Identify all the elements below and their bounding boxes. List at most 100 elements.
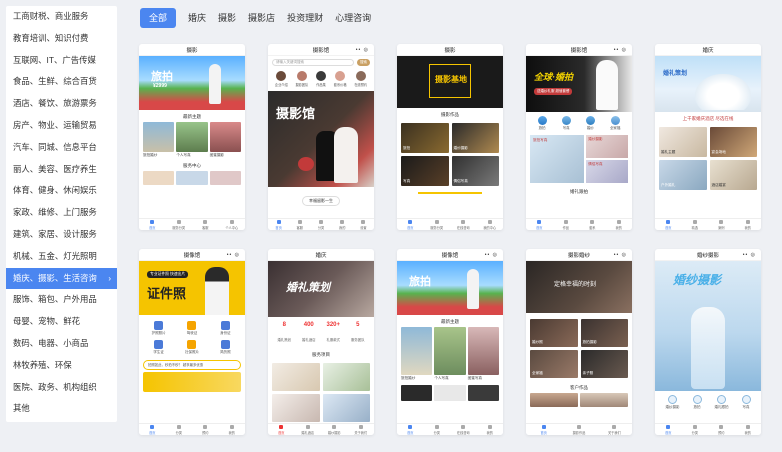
service-resume[interactable]: 简历照 xyxy=(210,340,241,355)
template-card-5[interactable]: 婚庆 婚礼策划 上千家婚庆酒店 尽选在线 婚礼主题 宴会场地 户外婚礼 酒店婚宴… xyxy=(655,44,761,230)
template-card-2[interactable]: 摄影馆 •• ◎ 请输入关键词搜索 搜索 企业介绍 摄影团队 作品集 套系价格 在… xyxy=(268,44,374,230)
feature-tile[interactable]: 情侣写真 xyxy=(586,160,628,183)
work-tile[interactable]: 婚纱摄影 xyxy=(451,123,499,153)
client-image[interactable] xyxy=(580,393,628,407)
sidebar-item[interactable]: 汽车、同城、信息平台 xyxy=(6,137,117,159)
service-image[interactable] xyxy=(176,171,208,185)
service-image[interactable] xyxy=(467,385,499,401)
category-portrait[interactable]: 写真 xyxy=(741,395,751,410)
tab-home[interactable]: 首页 xyxy=(139,219,166,230)
tab-profile[interactable]: 个人中心 xyxy=(219,219,246,230)
template-card-7[interactable]: 婚庆 婚礼策划 8 婚礼策划 400 婚礼酒店 320+ 礼服款式 5 服务团队 服务项… xyxy=(268,249,374,435)
service-student[interactable]: 学生证 xyxy=(143,340,174,355)
service-passport[interactable]: 护照照片 xyxy=(143,321,174,336)
sidebar-item[interactable]: 服饰、箱包、户外用品 xyxy=(6,289,117,311)
tab-works[interactable]: 摄影作品 xyxy=(561,424,596,435)
service-image[interactable] xyxy=(434,385,466,401)
promo-bar[interactable]: 拍照如此，秒拍不秒？ 超享最多优惠 xyxy=(143,360,241,370)
sidebar-item[interactable]: 医院、政务、机构组织 xyxy=(6,377,117,399)
tab-home[interactable]: 首页 xyxy=(268,219,289,230)
filter-tab[interactable]: 投资理财 xyxy=(287,8,323,28)
tab-home[interactable]: 首页 xyxy=(397,424,424,435)
sidebar-item[interactable]: 母婴、宠物、鲜花 xyxy=(6,311,117,333)
template-card-6[interactable]: 摄像馆 •• ◎ 专业证件照 快速出片 证件照 护照照片 驾驶证 身份证 学生证 … xyxy=(139,249,245,435)
avatar-item[interactable]: 企业介绍 xyxy=(275,71,288,87)
work-tile[interactable]: 写真 xyxy=(401,156,449,186)
tab-profile[interactable]: 我的 xyxy=(219,424,246,435)
theme-image[interactable] xyxy=(401,327,433,375)
filter-tab[interactable]: 摄影 xyxy=(218,8,236,28)
tab-booking[interactable]: 预约 xyxy=(708,424,735,435)
hotel-tile[interactable]: 酒店婚宴 xyxy=(709,160,757,190)
theme-image[interactable] xyxy=(176,122,208,152)
sidebar-item[interactable]: 其他 xyxy=(6,398,117,420)
template-card-1[interactable]: 摄影 旅拍 ¥2999 最新主题 旅拍婚纱 个人写真 闺蜜摄影 服务中心 首页 … xyxy=(139,44,245,230)
filter-tab[interactable]: 摄影店 xyxy=(248,8,275,28)
tab-category[interactable]: 分类 xyxy=(166,424,193,435)
tab-about[interactable]: 关于我们 xyxy=(348,424,375,435)
tab-profile[interactable]: 我的 xyxy=(606,219,633,230)
tab-home[interactable]: 首页 xyxy=(526,424,561,435)
tab-service[interactable]: 在线咨询 xyxy=(450,424,477,435)
service-image[interactable] xyxy=(209,171,241,185)
theme-image[interactable] xyxy=(434,327,466,375)
tab-service[interactable]: 客服 xyxy=(192,219,219,230)
tab-featured[interactable]: 精选 xyxy=(682,219,709,230)
hotel-tile[interactable]: 户外婚礼 xyxy=(659,160,707,190)
tab-home[interactable]: 首页 xyxy=(139,424,166,435)
tab-category[interactable]: 分类 xyxy=(682,424,709,435)
theme-image[interactable] xyxy=(467,327,499,375)
template-card-10[interactable]: 婚纱摄影 •• ◎ 婚纱摄影 婚纱摄影 旅拍 婚礼跟拍 写真 首页 分类 预约 我… xyxy=(655,249,761,435)
sidebar-item[interactable]: 婚庆、摄影、生活咨询 › xyxy=(6,267,117,290)
service-license[interactable]: 驾驶证 xyxy=(176,321,207,336)
work-tile[interactable]: 情侣写真 xyxy=(451,156,499,186)
tab-booking[interactable]: 预约 xyxy=(192,424,219,435)
filter-tab[interactable]: 心理咨询 xyxy=(335,8,371,28)
tab-hotels[interactable]: 婚礼酒店 xyxy=(295,424,322,435)
tab-packages[interactable]: 套系 xyxy=(579,219,606,230)
sidebar-item[interactable]: 工商财税、商业服务 xyxy=(6,6,117,28)
sidebar-item[interactable]: 数码、电器、小商品 xyxy=(6,333,117,355)
sidebar-item[interactable]: 丽人、美容、医疗养生 xyxy=(6,159,117,181)
tab-category[interactable]: 服务分类 xyxy=(166,219,193,230)
sidebar-item[interactable]: 互联网、IT、广告传媒 xyxy=(6,50,117,72)
sidebar-item[interactable]: 食品、生鲜、综合百货 xyxy=(6,71,117,93)
tab-category[interactable]: 服务分类 xyxy=(424,219,451,230)
feature-tile[interactable]: 婚纱摄影 xyxy=(586,135,628,158)
sidebar-item[interactable]: 林牧养殖、环保 xyxy=(6,355,117,377)
category-family[interactable]: 全家福 xyxy=(610,116,620,131)
tab-settings[interactable]: 设置 xyxy=(353,219,374,230)
theme-image[interactable] xyxy=(143,122,175,152)
filter-tab[interactable]: 婚庆 xyxy=(188,8,206,28)
category-portrait[interactable]: 写真 xyxy=(561,116,571,131)
tab-profile[interactable]: 我的中心 xyxy=(477,219,504,230)
hotel-tile[interactable]: 宴会场地 xyxy=(709,127,757,157)
service-image[interactable] xyxy=(401,385,433,401)
work-tile[interactable]: 旅拍摄影 xyxy=(580,319,628,347)
service-idcard[interactable]: 身份证 xyxy=(210,321,241,336)
search-button[interactable]: 搜索 xyxy=(357,59,370,66)
service-tile[interactable] xyxy=(322,394,370,422)
tab-profile[interactable]: 我的 xyxy=(735,424,762,435)
tab-home[interactable]: 首页 xyxy=(655,424,682,435)
category-wedding[interactable]: 婚纱 xyxy=(585,116,595,131)
category-follow[interactable]: 婚礼跟拍 xyxy=(715,395,729,410)
category-wedding[interactable]: 婚纱摄影 xyxy=(666,395,680,410)
sidebar-item[interactable]: 建筑、家居、设计服务 xyxy=(6,224,117,246)
tab-photography[interactable]: 婚纱摄影 xyxy=(321,424,348,435)
template-card-9[interactable]: 摄影婚纱 •• ◎ 定格幸福的时刻 婚纱照 旅拍摄影 全家福 亲子照 客户作品 首… xyxy=(526,249,632,435)
tab-home[interactable]: 首页 xyxy=(655,219,682,230)
work-tile[interactable]: 旅拍 xyxy=(401,123,449,153)
sidebar-item[interactable]: 家政、维修、上门服务 xyxy=(6,202,117,224)
tab-service[interactable]: 客服 xyxy=(289,219,310,230)
tab-profile[interactable]: 我的 xyxy=(477,424,504,435)
work-tile[interactable]: 全家福 xyxy=(530,350,578,378)
tab-profile[interactable]: 我的 xyxy=(332,219,353,230)
tab-service[interactable]: 在线咨询 xyxy=(450,219,477,230)
work-tile[interactable]: 婚纱照 xyxy=(530,319,578,347)
work-tile[interactable]: 亲子照 xyxy=(580,350,628,378)
tab-home[interactable]: 首页 xyxy=(526,219,553,230)
promo-banner[interactable] xyxy=(143,372,241,392)
service-tile[interactable] xyxy=(272,394,320,422)
search-input[interactable]: 请输入关键词搜索 xyxy=(272,59,354,66)
